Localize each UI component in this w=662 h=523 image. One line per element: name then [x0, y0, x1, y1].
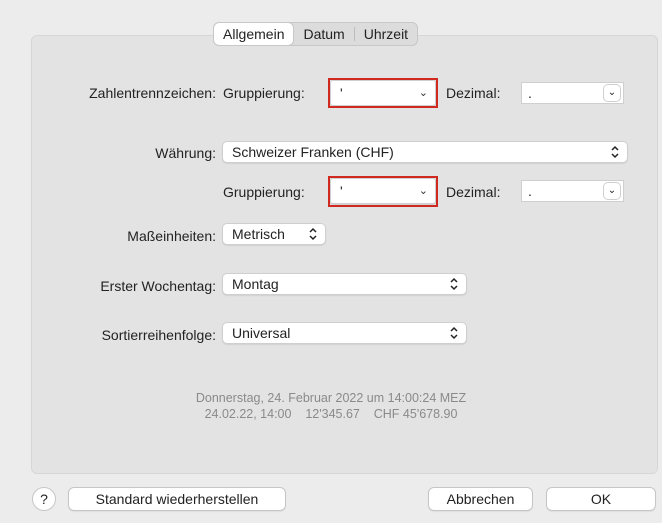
- preview-number-line: 24.02.22, 14:00 12'345.67 CHF 45'678.90: [204, 407, 458, 421]
- first-weekday-select[interactable]: Montag: [222, 273, 467, 295]
- preview-date-line: Donnerstag, 24. Februar 2022 um 14:00:24…: [195, 391, 467, 405]
- currency-decimal-label: Dezimal:: [446, 184, 501, 200]
- number-decimal-value: .: [528, 85, 532, 101]
- updown-chevron-icon: [450, 277, 458, 291]
- restore-defaults-button[interactable]: Standard wiederherstellen: [68, 487, 286, 511]
- currency-grouping-label: Gruppierung:: [223, 184, 305, 200]
- tab-general[interactable]: Allgemein: [214, 23, 294, 45]
- number-decimal-combo[interactable]: . ⌄: [521, 82, 624, 104]
- tab-bar: Allgemein Datum Uhrzeit: [213, 22, 419, 46]
- chevron-down-icon[interactable]: ⌄: [604, 183, 620, 199]
- units-select[interactable]: Metrisch: [222, 223, 326, 245]
- first-weekday-value: Montag: [232, 276, 279, 292]
- number-grouping-highlight: [328, 78, 438, 108]
- updown-chevron-icon: [450, 326, 458, 340]
- sort-order-label: Sortierreihenfolge:: [101, 327, 216, 343]
- currency-label: Währung:: [155, 145, 216, 161]
- number-decimal-label: Dezimal:: [446, 85, 501, 101]
- currency-decimal-value: .: [528, 183, 532, 199]
- help-button[interactable]: ?: [32, 487, 56, 511]
- currency-grouping-highlight: [328, 176, 438, 207]
- cancel-button[interactable]: Abbrechen: [428, 487, 533, 511]
- currency-decimal-combo[interactable]: . ⌄: [521, 180, 624, 202]
- updown-chevron-icon: [611, 145, 619, 159]
- chevron-down-icon[interactable]: ⌄: [604, 85, 620, 101]
- number-separators-label: Zahlentrennzeichen:: [89, 85, 216, 101]
- sort-order-select[interactable]: Universal: [222, 322, 467, 344]
- first-weekday-label: Erster Wochentag:: [100, 278, 216, 294]
- updown-chevron-icon: [309, 227, 317, 241]
- tab-time[interactable]: Uhrzeit: [355, 23, 417, 45]
- number-grouping-label: Gruppierung:: [223, 85, 305, 101]
- currency-value: Schweizer Franken (CHF): [232, 144, 394, 160]
- tab-date[interactable]: Datum: [294, 23, 353, 45]
- currency-select[interactable]: Schweizer Franken (CHF): [222, 141, 628, 163]
- ok-button[interactable]: OK: [546, 487, 656, 511]
- units-value: Metrisch: [232, 226, 285, 242]
- units-label: Maßeinheiten:: [127, 228, 216, 244]
- sort-order-value: Universal: [232, 325, 291, 341]
